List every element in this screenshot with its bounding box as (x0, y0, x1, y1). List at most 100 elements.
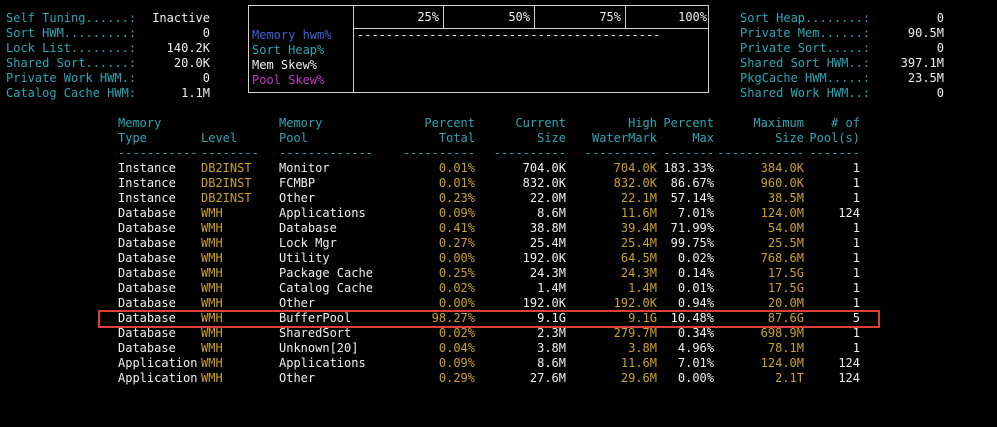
legend-pool-skew: Pool Skew% (252, 73, 325, 87)
table-cell: 0.94% (677, 296, 714, 310)
table-cell: Lock Mgr (279, 236, 337, 250)
header-separator: ------- (663, 146, 714, 160)
stat-value: 140.2K (166, 41, 210, 55)
table-cell: 1 (852, 296, 860, 310)
column-header: Type (118, 131, 147, 145)
table-cell: 24.3M (529, 266, 566, 280)
memory-hwm-bar: ----------------------------------------… (357, 28, 661, 42)
table-cell: 39.4M (620, 221, 657, 235)
table-cell: WMH (201, 326, 223, 340)
column-header: WaterMark (591, 131, 657, 145)
header-separator: ---------- (493, 146, 566, 160)
scale-label-25: 25% (417, 10, 439, 24)
table-cell: 71.99% (670, 221, 714, 235)
table-cell: 24.3M (620, 266, 657, 280)
tick-75 (625, 6, 626, 28)
table-cell: 20.0M (767, 296, 804, 310)
stat-value: 0 (936, 86, 944, 100)
table-cell: 124.0M (760, 206, 804, 220)
table-cell: WMH (201, 251, 223, 265)
table-cell: 0.02% (677, 251, 714, 265)
table-cell: 7.01% (677, 206, 714, 220)
column-header: Pool(s) (809, 131, 860, 145)
table-cell: 1.4M (537, 281, 566, 295)
column-header: Percent (424, 116, 475, 130)
column-header: Pool (279, 131, 308, 145)
table-cell: Monitor (279, 161, 330, 175)
table-cell: 1 (852, 221, 860, 235)
table-cell: WMH (201, 371, 223, 385)
table-cell: 192.0K (522, 251, 566, 265)
tick-50 (534, 6, 535, 28)
stat-label: Sort HWM.........: (6, 26, 137, 40)
table-cell: WMH (201, 236, 223, 250)
header-separator: ---------- (402, 146, 475, 160)
table-cell: 192.0K (613, 296, 657, 310)
table-cell: 2.3M (537, 326, 566, 340)
table-cell: 384.0K (760, 161, 804, 175)
table-cell: 1.4M (628, 281, 657, 295)
table-cell: 124 (838, 371, 860, 385)
table-cell: 25.4M (620, 236, 657, 250)
table-cell: 1 (852, 236, 860, 250)
stat-value: Inactive (152, 11, 210, 25)
table-cell: 4.96% (677, 341, 714, 355)
table-cell: 38.8M (529, 221, 566, 235)
table-cell: 0.09% (438, 356, 475, 370)
table-cell: 0.01% (677, 281, 714, 295)
table-cell: WMH (201, 341, 223, 355)
table-cell: Database (118, 281, 176, 295)
table-cell: Application (118, 371, 198, 385)
table-cell: 38.5M (767, 191, 804, 205)
legend-memory-hwm: Memory hwm% (252, 28, 332, 42)
table-cell: 1 (852, 251, 860, 265)
stat-label: Sort Heap........: (740, 11, 871, 25)
table-cell: 64.5M (620, 251, 657, 265)
table-cell: Applications (279, 356, 366, 370)
column-header (201, 116, 271, 131)
scale-label-75: 75% (599, 10, 621, 24)
table-cell: Other (279, 191, 316, 205)
table-cell: 183.33% (663, 161, 714, 175)
table-cell: Database (118, 296, 176, 310)
table-cell: SharedSort (279, 326, 352, 340)
table-cell: Instance (118, 191, 176, 205)
table-cell: WMH (201, 221, 223, 235)
stat-value: 0 (202, 71, 210, 85)
table-cell: 25.5M (767, 236, 804, 250)
table-cell: 0.04% (438, 341, 475, 355)
stat-value: 0 (936, 41, 944, 55)
table-cell: 0.14% (677, 266, 714, 280)
table-cell: 0.29% (438, 371, 475, 385)
table-cell: 99.75% (670, 236, 714, 250)
table-cell: 2.1T (775, 371, 804, 385)
table-cell: 0.02% (438, 326, 475, 340)
table-cell: 0.02% (438, 281, 475, 295)
table-cell: WMH (201, 281, 223, 295)
table-cell: Database (118, 236, 176, 250)
table-cell: WMH (201, 296, 223, 310)
table-cell: 25.4M (529, 236, 566, 250)
table-cell: 0.25% (438, 266, 475, 280)
header-separator: ---------- (584, 146, 657, 160)
table-cell: 57.14% (670, 191, 714, 205)
table-cell: 124 (838, 206, 860, 220)
table-cell: Database (118, 341, 176, 355)
table-cell: 0.27% (438, 236, 475, 250)
table-cell: Database (279, 221, 337, 235)
table-cell: 0.00% (677, 371, 714, 385)
stat-label: Shared Work HWM..: (740, 86, 871, 100)
table-cell: 78.1M (767, 341, 804, 355)
table-cell: 1 (852, 266, 860, 280)
table-cell: 0.00% (438, 296, 475, 310)
table-cell: Application (118, 356, 198, 370)
header-separator: ------- (809, 146, 860, 160)
table-cell: 768.6M (760, 251, 804, 265)
table-cell: 832.0K (613, 176, 657, 190)
table-cell: 22.1M (620, 191, 657, 205)
table-cell: 27.6M (529, 371, 566, 385)
table-cell: Instance (118, 176, 176, 190)
stat-label: Private Sort.....: (740, 41, 871, 55)
table-cell: 1 (852, 161, 860, 175)
stat-label: Shared Sort HWM..: (740, 56, 871, 70)
